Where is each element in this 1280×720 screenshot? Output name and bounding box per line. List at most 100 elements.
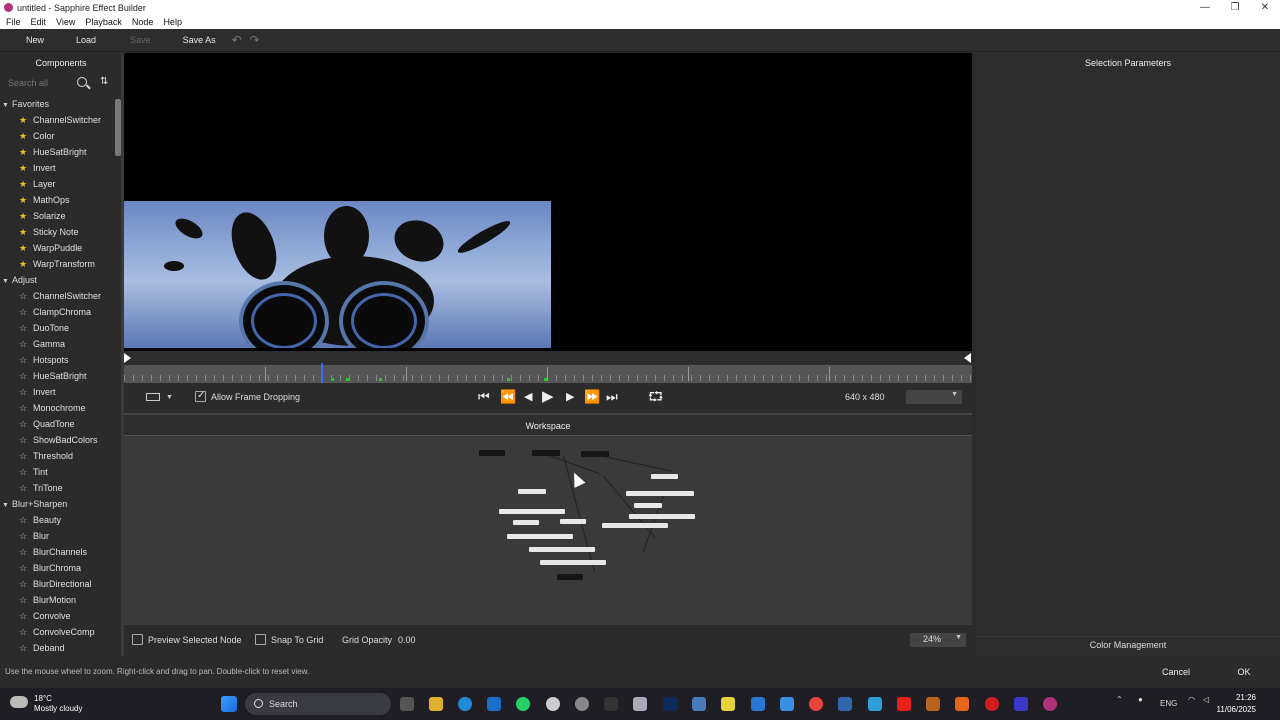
list-item[interactable]: ★ HueSatBright (0, 144, 114, 160)
load-button[interactable]: Load (66, 31, 106, 49)
star-icon[interactable]: ★ (19, 176, 27, 192)
menu-view[interactable]: View (56, 17, 75, 27)
go-to-start-icon[interactable]: ⏮ (478, 388, 490, 406)
task-view-icon[interactable] (400, 697, 414, 711)
star-icon[interactable]: ☆ (19, 432, 27, 448)
workspace-node[interactable] (507, 534, 573, 539)
workspace-node[interactable] (513, 520, 539, 525)
workspace-node[interactable] (518, 489, 546, 494)
save-button[interactable]: Save (120, 31, 161, 49)
app-icon-8[interactable] (926, 697, 940, 711)
language-indicator[interactable]: ENG (1160, 699, 1177, 708)
star-icon[interactable]: ☆ (19, 624, 27, 640)
star-icon[interactable]: ☆ (19, 480, 27, 496)
snap-to-grid-checkbox[interactable] (255, 634, 266, 645)
wifi-icon[interactable]: ◠ (1188, 695, 1195, 704)
color-management-button[interactable]: Color Management (976, 636, 1280, 652)
list-item[interactable]: ★ WarpTransform (0, 256, 114, 272)
workspace-node[interactable] (499, 509, 565, 514)
app-icon-2[interactable] (575, 697, 589, 711)
star-icon[interactable]: ☆ (19, 560, 27, 576)
list-item[interactable]: ☆ Beauty (0, 512, 114, 528)
ok-button[interactable]: OK (1214, 664, 1274, 680)
timeline-in-marker[interactable] (124, 353, 131, 363)
star-icon[interactable]: ★ (19, 240, 27, 256)
star-icon[interactable]: ★ (19, 192, 27, 208)
clock[interactable]: 21:26 11/06/2025 (1217, 692, 1256, 716)
workspace-node[interactable] (626, 491, 694, 496)
star-icon[interactable]: ☆ (19, 640, 27, 656)
whatsapp-icon[interactable] (516, 697, 530, 711)
list-item[interactable]: ☆ DuoTone (0, 320, 114, 336)
list-item[interactable]: ☆ Monochrome (0, 400, 114, 416)
search-input[interactable] (8, 78, 78, 88)
close-button[interactable]: ✕ (1250, 0, 1280, 15)
redo-icon[interactable]: ↷ (250, 33, 260, 47)
star-icon[interactable]: ☆ (19, 416, 27, 432)
list-item[interactable]: ☆ BlurChannels (0, 544, 114, 560)
list-item[interactable]: ☆ QuadTone (0, 416, 114, 432)
notepad-icon[interactable] (868, 697, 882, 711)
star-icon[interactable]: ☆ (19, 464, 27, 480)
list-item[interactable]: ★ ChannelSwitcher (0, 112, 114, 128)
step-forward-icon[interactable]: ▶ (566, 388, 574, 406)
preview-selected-node-checkbox[interactable] (132, 634, 143, 645)
volume-icon[interactable]: ◁ (1203, 695, 1209, 704)
workspace-node[interactable] (529, 547, 595, 552)
star-icon[interactable]: ★ (19, 256, 27, 272)
minimize-button[interactable]: — (1190, 0, 1220, 15)
node-workspace[interactable] (124, 435, 972, 625)
zoom-dropdown[interactable]: 24% ▼ (910, 633, 966, 647)
workspace-node[interactable] (581, 451, 609, 457)
menu-edit[interactable]: Edit (31, 17, 47, 27)
calculator-icon[interactable] (692, 697, 706, 711)
workspace-node[interactable] (540, 560, 606, 565)
list-item[interactable]: ☆ Blur (0, 528, 114, 544)
list-item[interactable]: ★ Solarize (0, 208, 114, 224)
star-icon[interactable]: ☆ (19, 512, 27, 528)
star-icon[interactable]: ☆ (19, 528, 27, 544)
step-back-icon[interactable]: ◀ (524, 388, 532, 406)
list-item[interactable]: ☆ Tint (0, 464, 114, 480)
list-item[interactable]: ☆ Deband (0, 640, 114, 656)
app-icon-1[interactable] (546, 697, 560, 711)
list-item[interactable]: ☆ BlurChroma (0, 560, 114, 576)
list-item[interactable]: ★ Color (0, 128, 114, 144)
workspace-node[interactable] (634, 503, 662, 508)
taskbar-search[interactable]: Search (245, 693, 391, 715)
workspace-node[interactable] (629, 514, 695, 519)
search-icon[interactable] (77, 77, 87, 87)
list-item[interactable]: ☆ Hotspots (0, 352, 114, 368)
list-item[interactable]: ★ Layer (0, 176, 114, 192)
chevron-down-icon[interactable]: ▼ (2, 502, 9, 509)
workspace-node[interactable] (532, 450, 560, 456)
list-item[interactable]: ☆ BlurMotion (0, 592, 114, 608)
chevron-down-icon[interactable]: ▼ (2, 102, 9, 109)
app-icon-3[interactable] (604, 697, 618, 711)
star-icon[interactable]: ★ (19, 112, 27, 128)
microphone-icon[interactable]: ● (1138, 695, 1143, 704)
menu-node[interactable]: Node (132, 17, 154, 27)
star-icon[interactable]: ☆ (19, 336, 27, 352)
workspace-node[interactable] (651, 474, 678, 479)
maximize-button[interactable]: ❐ (1220, 0, 1250, 15)
grid-opacity-value[interactable]: 0.00 (398, 635, 416, 645)
star-icon[interactable]: ★ (19, 224, 27, 240)
workspace-node[interactable] (560, 519, 586, 524)
list-item[interactable]: ★ Invert (0, 160, 114, 176)
workspace-node[interactable] (602, 523, 668, 528)
star-icon[interactable]: ☆ (19, 304, 27, 320)
list-item[interactable]: ☆ ConvolveComp (0, 624, 114, 640)
file-explorer-icon[interactable] (429, 697, 443, 711)
youtube-icon[interactable] (897, 697, 911, 711)
menu-file[interactable]: File (6, 17, 21, 27)
workspace-node[interactable] (557, 574, 583, 580)
rewind-icon[interactable]: ⏪ (500, 388, 516, 406)
loop-icon[interactable]: ⮔ (648, 388, 663, 406)
timeline-out-marker[interactable] (964, 353, 971, 363)
list-item[interactable]: ★ WarpPuddle (0, 240, 114, 256)
play-icon[interactable]: ▶ (542, 388, 554, 406)
list-item[interactable]: ☆ BlurDirectional (0, 576, 114, 592)
category-adjust[interactable]: ▼ Adjust (0, 272, 114, 288)
star-icon[interactable]: ☆ (19, 352, 27, 368)
